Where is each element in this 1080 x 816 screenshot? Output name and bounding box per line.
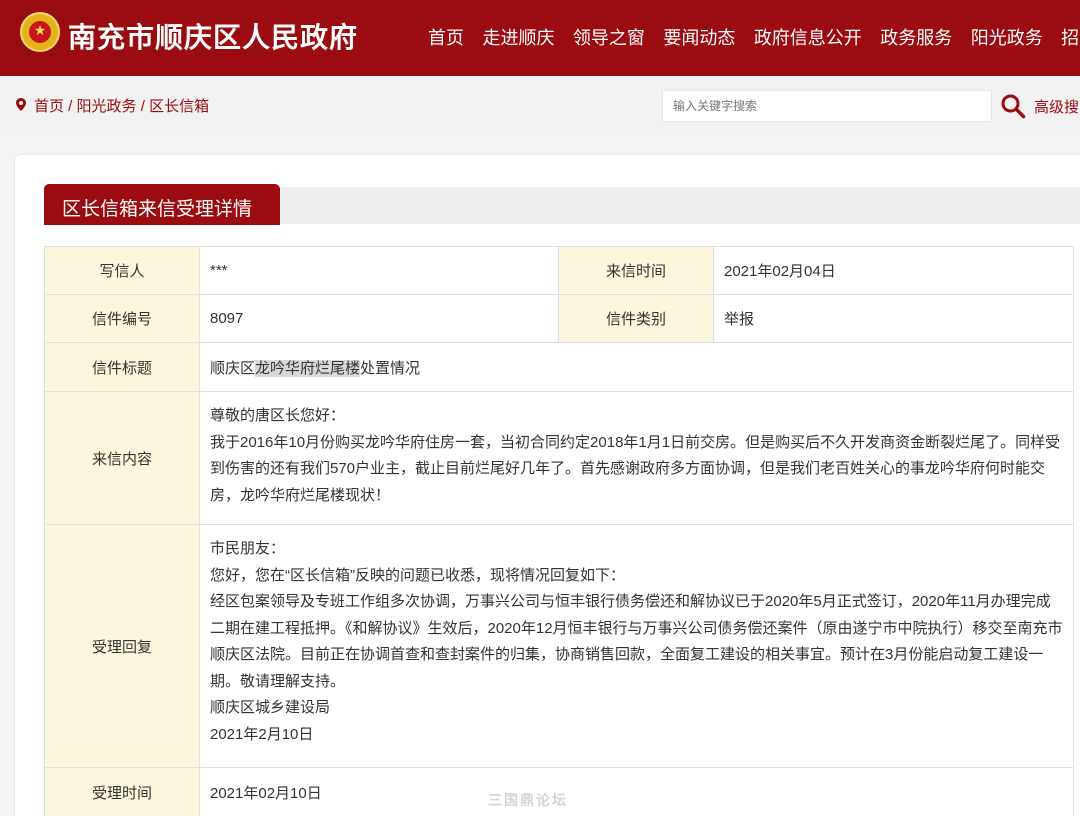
subject-suffix: 处置情况 (360, 359, 421, 377)
number-value: 8097 (199, 294, 559, 343)
table-row: 写信人 *** 来信时间 2021年02月04日 (44, 246, 1074, 295)
nav-services[interactable]: 政务服务 (880, 28, 952, 48)
table-row: 受理回复 市民朋友： 您好，您在“区长信箱”反映的问题已收悉，现将情况回复如下：… (44, 524, 1074, 768)
reply-body: 经区包案领导及专班工作组多次协调，万事兴公司与恒丰银行债务偿还和解协议已于202… (210, 593, 1063, 690)
watermark: 三国鼎论坛 (488, 792, 568, 808)
category-value: 举报 (713, 294, 1074, 343)
nav-leaders[interactable]: 领导之窗 (573, 28, 645, 48)
search-input[interactable] (662, 90, 992, 122)
breadcrumb: 首页 / 阳光政务 / 区长信箱 (34, 95, 209, 116)
location-pin-icon (16, 98, 26, 111)
subject-highlight: 龙吟华府烂尾楼 (255, 359, 361, 377)
nav-news[interactable]: 要闻动态 (663, 28, 735, 48)
nav-investment[interactable]: 招商引资 (1061, 28, 1080, 48)
nav-open-affairs[interactable]: 阳光政务 (971, 28, 1043, 48)
content-label: 来信内容 (44, 391, 200, 525)
site-title[interactable]: 南充市顺庆区人民政府 (68, 16, 358, 56)
nav-info-disclosure[interactable]: 政府信息公开 (754, 28, 862, 48)
subject-prefix: 顺庆区 (210, 359, 256, 377)
breadcrumb-separator: / (64, 98, 77, 115)
letter-detail-table: 写信人 *** 来信时间 2021年02月04日 信件编号 8097 信件类别 … (44, 246, 1074, 816)
nav-home[interactable]: 首页 (428, 28, 464, 48)
reply-label: 受理回复 (44, 524, 200, 768)
reply-salutation: 市民朋友： (210, 540, 286, 557)
breadcrumb-mailbox[interactable]: 区长信箱 (149, 98, 209, 115)
date-label: 来信时间 (558, 246, 714, 295)
breadcrumb-bar: 首页 / 阳光政务 / 区长信箱 高级搜索 (0, 76, 1080, 134)
content-greeting: 尊敬的唐区长您好： (210, 407, 346, 424)
writer-label: 写信人 (44, 246, 200, 295)
table-row: 信件标题 顺庆区龙吟华府烂尾楼处置情况 (44, 342, 1074, 392)
main-nav: 首页 走进顺庆 领导之窗 要闻动态 政府信息公开 政务服务 阳光政务 招商引资 (428, 24, 1080, 50)
search-icon[interactable] (1000, 93, 1026, 119)
national-emblem-icon: ★ (20, 12, 60, 52)
advanced-search-link[interactable]: 高级搜索 (1034, 96, 1080, 117)
subject-value: 顺庆区龙吟华府烂尾楼处置情况 (199, 342, 1074, 392)
table-row: 来信内容 尊敬的唐区长您好： 我于2016年10月份购买龙吟华府住房一套，当初合… (44, 391, 1074, 525)
reply-time-label: 受理时间 (44, 767, 200, 816)
site-header: ★ 南充市顺庆区人民政府 首页 走进顺庆 领导之窗 要闻动态 政府信息公开 政务… (0, 0, 1080, 76)
breadcrumb-separator: / (136, 98, 150, 115)
nav-about-shunqing[interactable]: 走进顺庆 (482, 28, 554, 48)
reply-signature: 顺庆区城乡建设局 (210, 699, 331, 716)
date-value: 2021年02月04日 (713, 246, 1074, 295)
content-value: 尊敬的唐区长您好： 我于2016年10月份购买龙吟华府住房一套，当初合同约定20… (199, 391, 1074, 525)
breadcrumb-open-affairs[interactable]: 阳光政务 (77, 98, 137, 115)
subject-label: 信件标题 (44, 342, 200, 392)
reply-intro: 您好，您在“区长信箱”反映的问题已收悉，现将情况回复如下： (210, 566, 625, 584)
reply-value: 市民朋友： 您好，您在“区长信箱”反映的问题已收悉，现将情况回复如下： 经区包案… (199, 524, 1074, 768)
content-body: 我于2016年10月份购买龙吟华府住房一套，当初合同约定2018年1月1日前交房… (210, 433, 1061, 504)
category-label: 信件类别 (558, 294, 714, 343)
tab-letter-detail[interactable]: 区长信箱来信受理详情 (44, 184, 280, 225)
writer-value: *** (199, 246, 559, 295)
reply-time-value: 2021年02月10日 (199, 767, 1074, 816)
number-label: 信件编号 (44, 294, 200, 343)
breadcrumb-home[interactable]: 首页 (34, 98, 64, 115)
reply-date: 2021年2月10日 (210, 725, 314, 743)
table-row: 信件编号 8097 信件类别 举报 (44, 294, 1074, 343)
